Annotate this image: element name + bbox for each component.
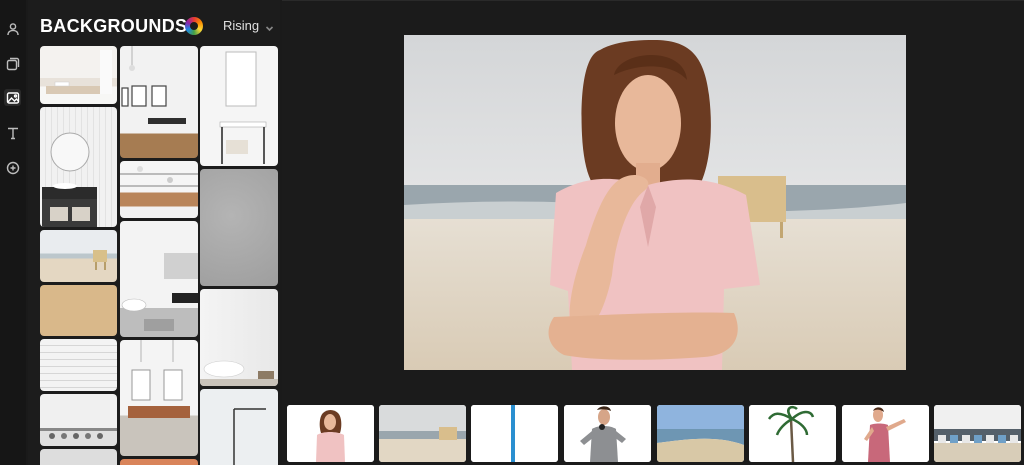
image-icon[interactable] bbox=[4, 89, 21, 106]
chevron-down-icon bbox=[265, 21, 274, 32]
background-thumb-room-frames[interactable] bbox=[120, 46, 198, 158]
main-canvas-image[interactable] bbox=[404, 35, 906, 370]
sort-value: Rising bbox=[223, 18, 260, 33]
background-thumb-kitchen-shelf[interactable] bbox=[120, 161, 198, 218]
background-thumb-bathroom-vanity[interactable] bbox=[40, 46, 117, 104]
app-window: BACKGROUNDS Rising bbox=[0, 0, 1024, 465]
user-icon[interactable] bbox=[4, 20, 21, 37]
background-thumb-beach-tower[interactable] bbox=[40, 230, 117, 282]
background-thumb-bathroom-mirror[interactable] bbox=[40, 107, 117, 227]
filmstrip-thumb-woman-pink-blouse[interactable] bbox=[287, 405, 374, 462]
background-thumb-concrete[interactable] bbox=[200, 169, 278, 286]
backgrounds-panel: BACKGROUNDS Rising bbox=[28, 0, 280, 465]
background-thumb-bathtub-tiles[interactable] bbox=[200, 289, 278, 386]
canvas-area bbox=[282, 0, 1024, 398]
filmstrip-thumb-blue-pole[interactable] bbox=[471, 405, 558, 462]
panel-title: BACKGROUNDS bbox=[40, 16, 188, 36]
background-thumb-partial[interactable] bbox=[40, 449, 117, 465]
filmstrip-thumb-beach-shore[interactable] bbox=[657, 405, 744, 462]
background-thumb-shelf-bottles[interactable] bbox=[40, 394, 117, 446]
layers-icon[interactable] bbox=[4, 55, 21, 72]
filmstrip-thumb-palm-tree[interactable] bbox=[749, 405, 836, 462]
background-thumb-sink-stand[interactable] bbox=[200, 46, 278, 166]
tool-rail bbox=[0, 0, 26, 465]
filmstrip-thumb-man-gray-jacket[interactable] bbox=[564, 405, 651, 462]
background-thumb-windows-room[interactable] bbox=[120, 340, 198, 456]
filmstrip bbox=[282, 398, 1024, 465]
background-thumb-bathtub-room[interactable] bbox=[120, 221, 198, 337]
filmstrip-thumb-beach-huts[interactable] bbox=[934, 405, 1021, 462]
filmstrip-thumb-beach-lifeguard-tower[interactable] bbox=[379, 405, 466, 462]
background-thumb-sand-texture[interactable] bbox=[40, 285, 117, 336]
background-thumb-glass-shower[interactable] bbox=[200, 389, 278, 465]
text-icon[interactable] bbox=[4, 124, 21, 141]
add-icon[interactable] bbox=[4, 159, 21, 176]
color-filter-icon[interactable] bbox=[185, 17, 203, 35]
background-thumb-partial[interactable] bbox=[120, 459, 198, 465]
panel-header: BACKGROUNDS Rising bbox=[40, 16, 280, 36]
background-thumb-white-brick[interactable] bbox=[40, 339, 117, 391]
filmstrip-thumb-woman-pink-dress[interactable] bbox=[842, 405, 929, 462]
sort-dropdown[interactable]: Rising bbox=[223, 18, 274, 33]
